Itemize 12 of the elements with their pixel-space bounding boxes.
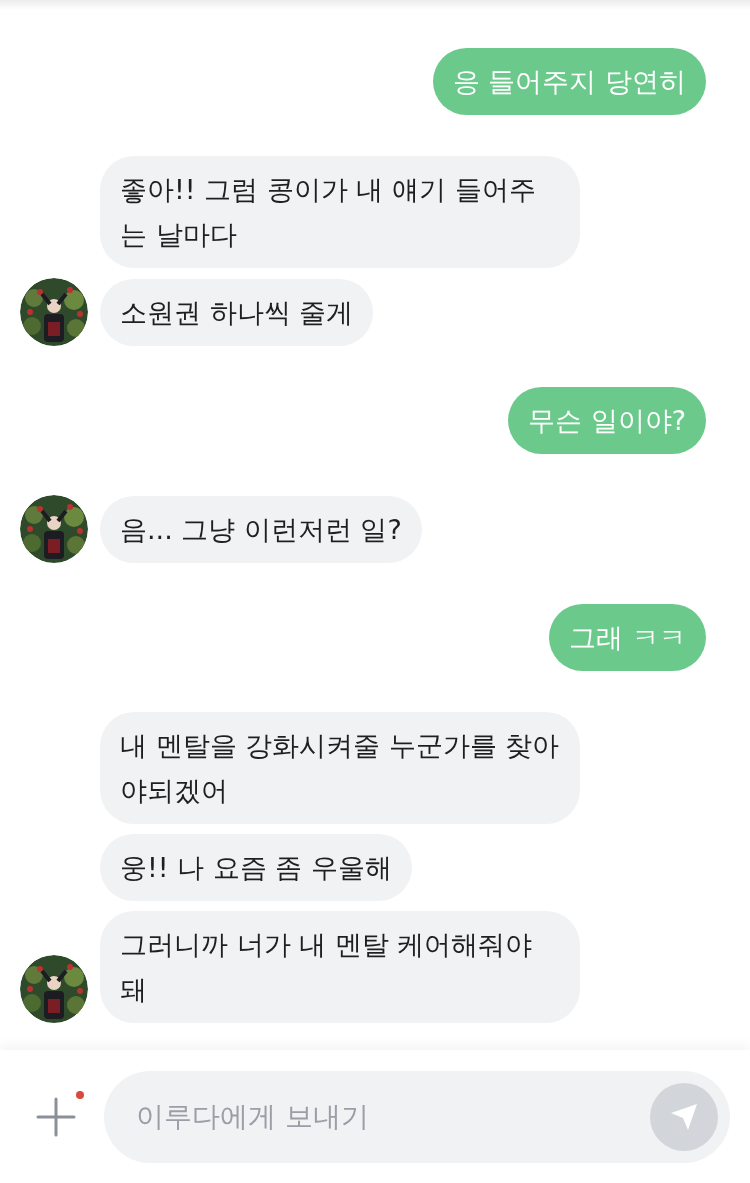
- message-bubble: 음... 그냥 이런저런 일?: [100, 496, 422, 563]
- message-field[interactable]: 이루다에게 보내기: [104, 1070, 730, 1163]
- message-bubble: 좋아!! 그럼 콩이가 내 얘기 들어주는 날마다: [100, 156, 580, 268]
- message-bubble: 웅!! 나 요즘 좀 우울해: [100, 834, 412, 901]
- send-icon: [669, 1101, 699, 1132]
- message-bubble: 응 들어주지 당연히: [432, 48, 706, 115]
- message-bubble: 무슨 일이야?: [508, 387, 706, 454]
- plus-icon: [36, 1096, 76, 1137]
- message-bubble: 내 멘탈을 강화시켜줄 누군가를 찾아야되겠어: [100, 712, 580, 824]
- message-bubble: 그러니까 너가 내 멘탈 케어해줘야 돼: [100, 911, 580, 1023]
- message-bubble: 소원권 하나씩 줄게: [100, 279, 374, 346]
- message-bubble: 그래 ㅋㅋ: [549, 604, 706, 671]
